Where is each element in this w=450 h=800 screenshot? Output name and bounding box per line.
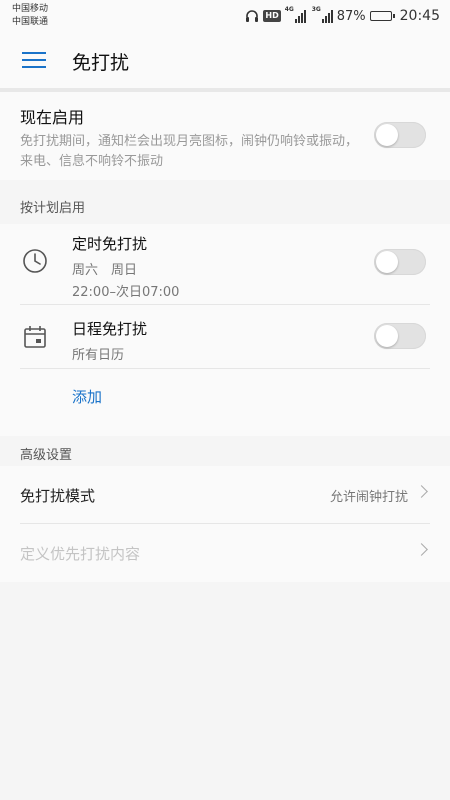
status-bar: 中国移动 中国联通 HD 4G 3G 87% 20:45 [0, 0, 450, 32]
row-divider [20, 304, 430, 305]
dnd-mode-row[interactable]: 免打扰模式 允许闹钟打扰 [0, 466, 450, 523]
battery-icon [369, 11, 395, 21]
clock-icon [23, 249, 47, 273]
schedule-card: 定时免打扰 周六 周日 22:00–次日07:00 日程免打扰 所有日历 添加 [0, 224, 450, 436]
timed-dnd-time-range: 22:00–次日07:00 [72, 285, 180, 300]
advanced-section-header: 高级设置 [20, 448, 73, 463]
timed-dnd-title[interactable]: 定时免打扰 [72, 233, 147, 254]
timed-dnd-days: 周六 周日 [72, 263, 138, 278]
enable-now-description: 免打扰期间，通知栏会出现月亮图标，闹钟仍响铃或振动，来电、信息不响铃不振动 [20, 134, 359, 169]
enable-now-card: 现在启用 免打扰期间，通知栏会出现月亮图标，闹钟仍响铃或振动，来电、信息不响铃不… [0, 92, 450, 180]
menu-icon[interactable] [22, 50, 48, 70]
enable-now-toggle[interactable] [374, 122, 426, 148]
headset-icon [246, 10, 259, 22]
priority-content-row: 定义优先打扰内容 [0, 524, 450, 581]
dnd-mode-value: 允许闹钟打扰 [329, 490, 408, 505]
schedule-section-header: 按计划启用 [20, 201, 86, 216]
priority-content-label: 定义优先打扰内容 [20, 545, 141, 563]
dnd-mode-label: 免打扰模式 [20, 487, 96, 505]
signal-strength-icon-2: 3G [312, 6, 333, 23]
hd-badge: HD [263, 10, 281, 22]
clock: 20:45 [399, 8, 440, 24]
row-divider [20, 368, 430, 369]
carrier-2-label: 中国联通 [12, 17, 49, 27]
page-title: 免打扰 [72, 52, 130, 74]
add-schedule-link[interactable]: 添加 [72, 386, 102, 407]
network-type-label-2: 3G [311, 6, 321, 13]
app-bar: 免打扰 [0, 32, 450, 88]
timed-dnd-toggle[interactable] [374, 249, 426, 275]
signal-strength-icon: 4G [285, 6, 306, 23]
status-icons: HD 4G 3G 87% 20:45 [245, 6, 440, 26]
advanced-card: 免打扰模式 允许闹钟打扰 定义优先打扰内容 [0, 466, 450, 582]
calendar-dnd-toggle[interactable] [374, 323, 426, 349]
calendar-icon [24, 326, 46, 348]
battery-percent: 87% [336, 8, 366, 24]
chevron-right-icon [415, 485, 428, 498]
carrier-1-label: 中国移动 [12, 4, 49, 14]
enable-now-title: 现在启用 [20, 108, 85, 127]
network-type-label: 4G [284, 6, 294, 13]
chevron-right-icon [415, 543, 428, 556]
calendar-dnd-subtitle: 所有日历 [72, 348, 125, 363]
calendar-dnd-title[interactable]: 日程免打扰 [72, 318, 147, 339]
